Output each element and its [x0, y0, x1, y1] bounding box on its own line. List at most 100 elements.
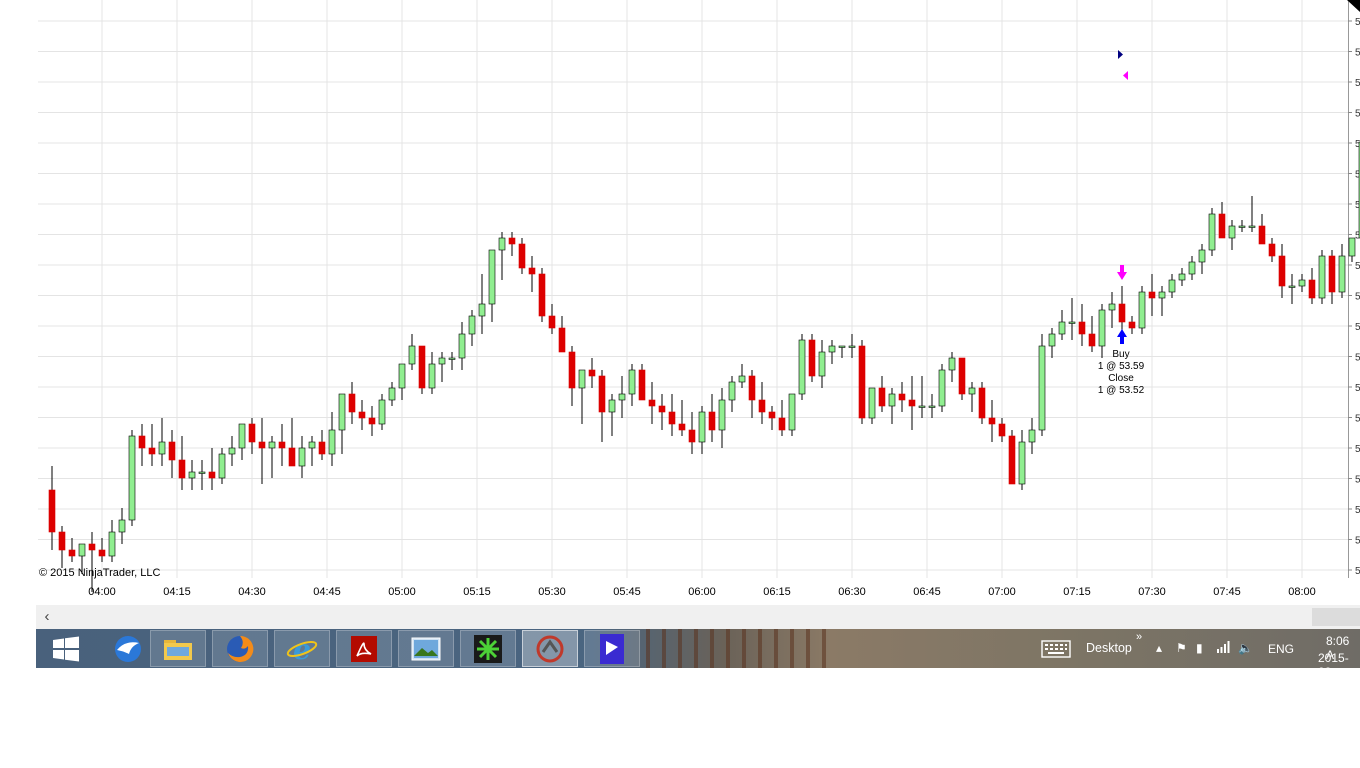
candle-up: [1098, 309, 1106, 347]
candle-up: [938, 369, 946, 407]
price-tick-label: 5: [1355, 566, 1360, 577]
candle-down: [778, 417, 786, 431]
candle-up: [798, 339, 806, 395]
annotation-line: 1 @ 53.52: [1098, 385, 1145, 396]
taskbar-app-button[interactable]: e: [274, 630, 330, 667]
action-center-flag-icon[interactable]: ⚑: [1176, 641, 1187, 655]
time-tick-label: 07:00: [988, 586, 1016, 598]
candle-down: [178, 459, 186, 479]
candle-down: [1278, 255, 1286, 287]
candle-up: [328, 429, 336, 455]
candle-up: [928, 405, 936, 408]
svg-text:e: e: [293, 634, 311, 664]
candle-down: [588, 369, 596, 377]
candle-down: [548, 315, 556, 329]
scroll-left-icon[interactable]: ‹: [38, 607, 56, 627]
candle-down: [568, 351, 576, 389]
time-tick-label: 07:30: [1138, 586, 1166, 598]
candle-up: [968, 387, 976, 395]
clock-date[interactable]: 2015-02: [1318, 651, 1360, 679]
candle-down: [598, 375, 606, 413]
candle-up: [788, 393, 796, 431]
price-chart[interactable]: 5555555555555555555 04:00 04:15 04:30 04:45…: [0, 0, 1360, 605]
candle-down: [1258, 225, 1266, 245]
candle-up: [1338, 255, 1346, 293]
candle-down: [1078, 321, 1086, 335]
candle-up: [388, 387, 396, 401]
taskbar-app-button[interactable]: [150, 630, 206, 667]
taskbar-app-button[interactable]: [522, 630, 578, 667]
candle-down: [808, 339, 816, 377]
time-tick-label: 06:15: [763, 586, 791, 598]
horizontal-scrollbar[interactable]: ‹: [36, 605, 1360, 629]
candle-up: [1108, 303, 1116, 311]
candle-up: [828, 345, 836, 353]
time-tick-label: 08:00: [1288, 586, 1316, 598]
candle-up: [428, 363, 436, 389]
candle-up: [118, 519, 126, 533]
time-tick-label: 05:00: [388, 586, 416, 598]
taskbar-app-button[interactable]: [398, 630, 454, 667]
candle-up: [228, 447, 236, 455]
candle-up: [338, 393, 346, 431]
volume-icon[interactable]: 🔈: [1238, 641, 1253, 655]
candle-down: [558, 327, 566, 353]
taskbar-app-button[interactable]: [100, 630, 156, 667]
windows-logo-icon: [53, 636, 79, 661]
candle-up: [398, 363, 406, 389]
candle-up: [578, 369, 586, 389]
price-axis: 5555555555555555555: [1348, 17, 1360, 577]
candle-down: [348, 393, 356, 413]
desktop-toolbar-label[interactable]: Desktop: [1086, 641, 1132, 655]
exit-arrow-icon: [1117, 265, 1127, 280]
candle-up: [238, 423, 246, 449]
time-tick-label: 04:45: [313, 586, 341, 598]
taskbar: e Desktop » ▴ ⚑ ▮ 🔈 ENG 8:06 A 2015-02: [36, 629, 1360, 679]
time-axis: 04:00 04:15 04:30 04:45 05:00 05:15 05:30 05:45…: [88, 586, 1316, 598]
time-tick-label: 05:45: [613, 586, 641, 598]
candle-up: [478, 303, 486, 317]
toolbar-chevron-icon[interactable]: »: [1136, 631, 1142, 643]
input-language-label[interactable]: ENG: [1268, 642, 1294, 656]
power-icon[interactable]: ▮: [1196, 641, 1203, 655]
taskbar-app-button[interactable]: [336, 630, 392, 667]
taskbar-app-button[interactable]: [212, 630, 268, 667]
candle-down: [988, 417, 996, 425]
start-button[interactable]: [38, 630, 94, 667]
ie-icon: e: [286, 634, 318, 664]
candle-down: [208, 471, 216, 479]
touch-keyboard-button[interactable]: [1036, 630, 1076, 667]
annotation-line: 1 @ 53.59: [1098, 361, 1145, 372]
show-hidden-icons-icon[interactable]: ▴: [1156, 641, 1162, 655]
taskbar-app-button[interactable]: [460, 630, 516, 667]
candle-up: [1048, 333, 1056, 347]
candle-down: [518, 243, 526, 269]
candle-up: [698, 411, 706, 443]
price-tick-label: 5: [1355, 353, 1360, 364]
candle-up: [1158, 291, 1166, 299]
wallpaper-pier: [646, 629, 826, 668]
bird-icon: [111, 634, 145, 664]
candle-down: [708, 411, 716, 431]
copyright-text: © 2015 NinjaTrader, LLC: [39, 567, 160, 579]
candle-up: [468, 315, 476, 335]
price-tick-label: 5: [1355, 78, 1360, 89]
taskbar-app-button[interactable]: [584, 630, 640, 667]
price-tick-label: 5: [1355, 536, 1360, 547]
candle-up: [618, 393, 626, 401]
candle-down: [1128, 321, 1136, 329]
candle-up: [1248, 225, 1256, 228]
candle-up: [128, 435, 136, 521]
scroll-thumb[interactable]: [1312, 608, 1360, 626]
candle-down: [138, 435, 146, 449]
candle-up: [108, 531, 116, 557]
candle-up: [848, 345, 856, 348]
candle-down: [748, 375, 756, 401]
candle-up: [1188, 261, 1196, 275]
candles: [48, 141, 1360, 592]
candle-up: [718, 399, 726, 431]
candle-up: [838, 345, 846, 348]
candle-up: [888, 393, 896, 407]
price-tick-label: 5: [1355, 444, 1360, 455]
network-signal-icon[interactable]: [1216, 641, 1230, 656]
